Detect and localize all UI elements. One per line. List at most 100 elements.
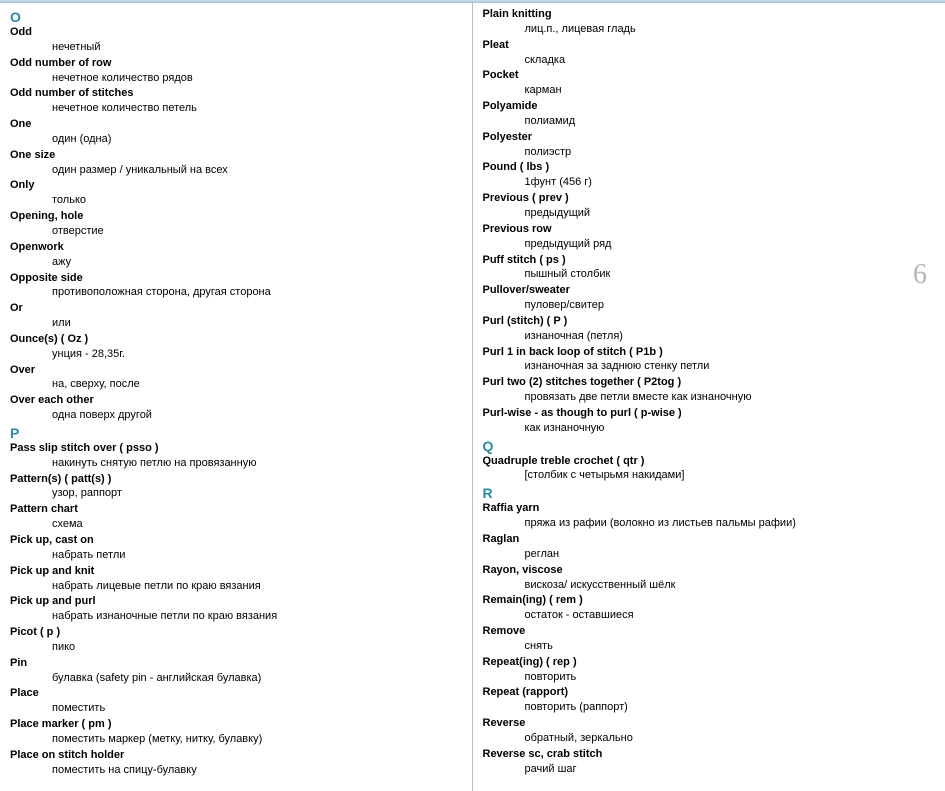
dictionary-entry: Oneодин (одна) xyxy=(10,117,462,147)
dictionary-entry: Previous rowпредыдущий ряд xyxy=(483,222,936,252)
term: Purl 1 in back loop of stitch ( P1b ) xyxy=(483,345,936,360)
dictionary-entry: Reverse sc, crab stitchрачий шаг xyxy=(483,747,936,777)
section-letter: P xyxy=(10,425,462,441)
definition: провязать две петли вместе как изнаночну… xyxy=(525,390,936,405)
definition: один (одна) xyxy=(52,132,462,147)
term: Place on stitch holder xyxy=(10,748,462,763)
dictionary-entry: Odd number of rowнечетное количество ряд… xyxy=(10,56,462,86)
definition: поместить на спицу-булавку xyxy=(52,763,462,778)
definition: схема xyxy=(52,517,462,532)
definition: изнаночная за заднюю стенку петли xyxy=(525,359,936,374)
definition: пуловер/свитер xyxy=(525,298,936,313)
term: One xyxy=(10,117,462,132)
definition: пико xyxy=(52,640,462,655)
definition: набрать петли xyxy=(52,548,462,563)
term: Or xyxy=(10,301,462,316)
definition: снять xyxy=(525,639,936,654)
definition: поместить xyxy=(52,701,462,716)
definition: отверстие xyxy=(52,224,462,239)
definition: 1фунт (456 г) xyxy=(525,175,936,190)
term: Pick up, cast on xyxy=(10,533,462,548)
term: Pattern(s) ( patt(s) ) xyxy=(10,472,462,487)
term: Plain knitting xyxy=(483,7,936,22)
term: Quadruple treble crochet ( qtr ) xyxy=(483,454,936,469)
term: Only xyxy=(10,178,462,193)
dictionary-entry: Polyesterполиэстр xyxy=(483,130,936,160)
term: Pin xyxy=(10,656,462,671)
dictionary-entry: Ounce(s) ( Oz )унция - 28,35г. xyxy=(10,332,462,362)
definition: только xyxy=(52,193,462,208)
dictionary-entry: Purl (stitch) ( P )изнаночная (петля) xyxy=(483,314,936,344)
dictionary-entry: Picot ( p )пико xyxy=(10,625,462,655)
definition: один размер / уникальный на всех xyxy=(52,163,462,178)
dictionary-entry: Opening, holeотверстие xyxy=(10,209,462,239)
dictionary-entry: Purl two (2) stitches together ( P2tog )… xyxy=(483,375,936,405)
page-number: 6 xyxy=(913,259,927,291)
dictionary-entry: Plain knittingлиц.п., лицевая гладь xyxy=(483,7,936,37)
definition: складка xyxy=(525,53,936,68)
term: Remain(ing) ( rem ) xyxy=(483,593,936,608)
dictionary-entry: Place marker ( pm )поместить маркер (мет… xyxy=(10,717,462,747)
definition: повторить xyxy=(525,670,936,685)
term: Picot ( p ) xyxy=(10,625,462,640)
dictionary-entry: Orили xyxy=(10,301,462,331)
definition: повторить (раппорт) xyxy=(525,700,936,715)
dictionary-entry: Repeat (rapport)повторить (раппорт) xyxy=(483,685,936,715)
dictionary-entry: Odd number of stitchesнечетное количеств… xyxy=(10,86,462,116)
definition: как изнаночную xyxy=(525,421,936,436)
dictionary-entry: Overна, сверху, после xyxy=(10,363,462,393)
dictionary-entry: Pinбулавка (safety pin - английская була… xyxy=(10,656,462,686)
dictionary-entry: Pick up and purlнабрать изнаночные петли… xyxy=(10,594,462,624)
term: Purl (stitch) ( P ) xyxy=(483,314,936,329)
definition: пряжа из рафии (волокно из листьев пальм… xyxy=(525,516,936,531)
section-letter: O xyxy=(10,9,462,25)
dictionary-entry: Reverseобратный, зеркально xyxy=(483,716,936,746)
term: Pick up and knit xyxy=(10,564,462,579)
definition: нечетный xyxy=(52,40,462,55)
dictionary-entry: Openworkажу xyxy=(10,240,462,270)
dictionary-entry: Pleatскладка xyxy=(483,38,936,68)
term: Pullover/sweater xyxy=(483,283,936,298)
definition: предыдущий ряд xyxy=(525,237,936,252)
dictionary-entry: Opposite sideпротивоположная сторона, др… xyxy=(10,271,462,301)
dictionary-entry: Over each otherодна поверх другой xyxy=(10,393,462,423)
definition: обратный, зеркально xyxy=(525,731,936,746)
dictionary-entry: Pocketкарман xyxy=(483,68,936,98)
dictionary-entry: Polyamideполиамид xyxy=(483,99,936,129)
dictionary-entry: Purl-wise - as though to purl ( p-wise )… xyxy=(483,406,936,436)
dictionary-entry: Oddнечетный xyxy=(10,25,462,55)
definition: карман xyxy=(525,83,936,98)
dictionary-entry: Placeпоместить xyxy=(10,686,462,716)
page-content: OOddнечетныйOdd number of rowнечетное ко… xyxy=(0,3,945,791)
definition: поместить маркер (метку, нитку, булавку) xyxy=(52,732,462,747)
term: Previous row xyxy=(483,222,936,237)
dictionary-entry: Raffia yarnпряжа из рафии (волокно из ли… xyxy=(483,501,936,531)
term: Opposite side xyxy=(10,271,462,286)
definition: на, сверху, после xyxy=(52,377,462,392)
term: Raglan xyxy=(483,532,936,547)
term: Puff stitch ( ps ) xyxy=(483,253,936,268)
definition: вискоза/ искусственный шёлк xyxy=(525,578,936,593)
definition: булавка (safety pin - английская булавка… xyxy=(52,671,462,686)
term: Pleat xyxy=(483,38,936,53)
dictionary-entry: Onlyтолько xyxy=(10,178,462,208)
section-letter: Q xyxy=(483,438,936,454)
definition: предыдущий xyxy=(525,206,936,221)
term: Odd xyxy=(10,25,462,40)
term: Raffia yarn xyxy=(483,501,936,516)
section-letter: R xyxy=(483,485,936,501)
definition: одна поверх другой xyxy=(52,408,462,423)
term: Odd number of stitches xyxy=(10,86,462,101)
term: Opening, hole xyxy=(10,209,462,224)
dictionary-entry: Puff stitch ( ps )пышный столбик xyxy=(483,253,936,283)
term: Rayon, viscose xyxy=(483,563,936,578)
term: Place marker ( pm ) xyxy=(10,717,462,732)
term: Previous ( prev ) xyxy=(483,191,936,206)
term: Repeat (rapport) xyxy=(483,685,936,700)
left-column: OOddнечетныйOdd number of rowнечетное ко… xyxy=(0,3,473,791)
dictionary-entry: Previous ( prev )предыдущий xyxy=(483,191,936,221)
definition: набрать изнаночные петли по краю вязания xyxy=(52,609,462,624)
definition: полиэстр xyxy=(525,145,936,160)
definition: изнаночная (петля) xyxy=(525,329,936,344)
definition: реглан xyxy=(525,547,936,562)
